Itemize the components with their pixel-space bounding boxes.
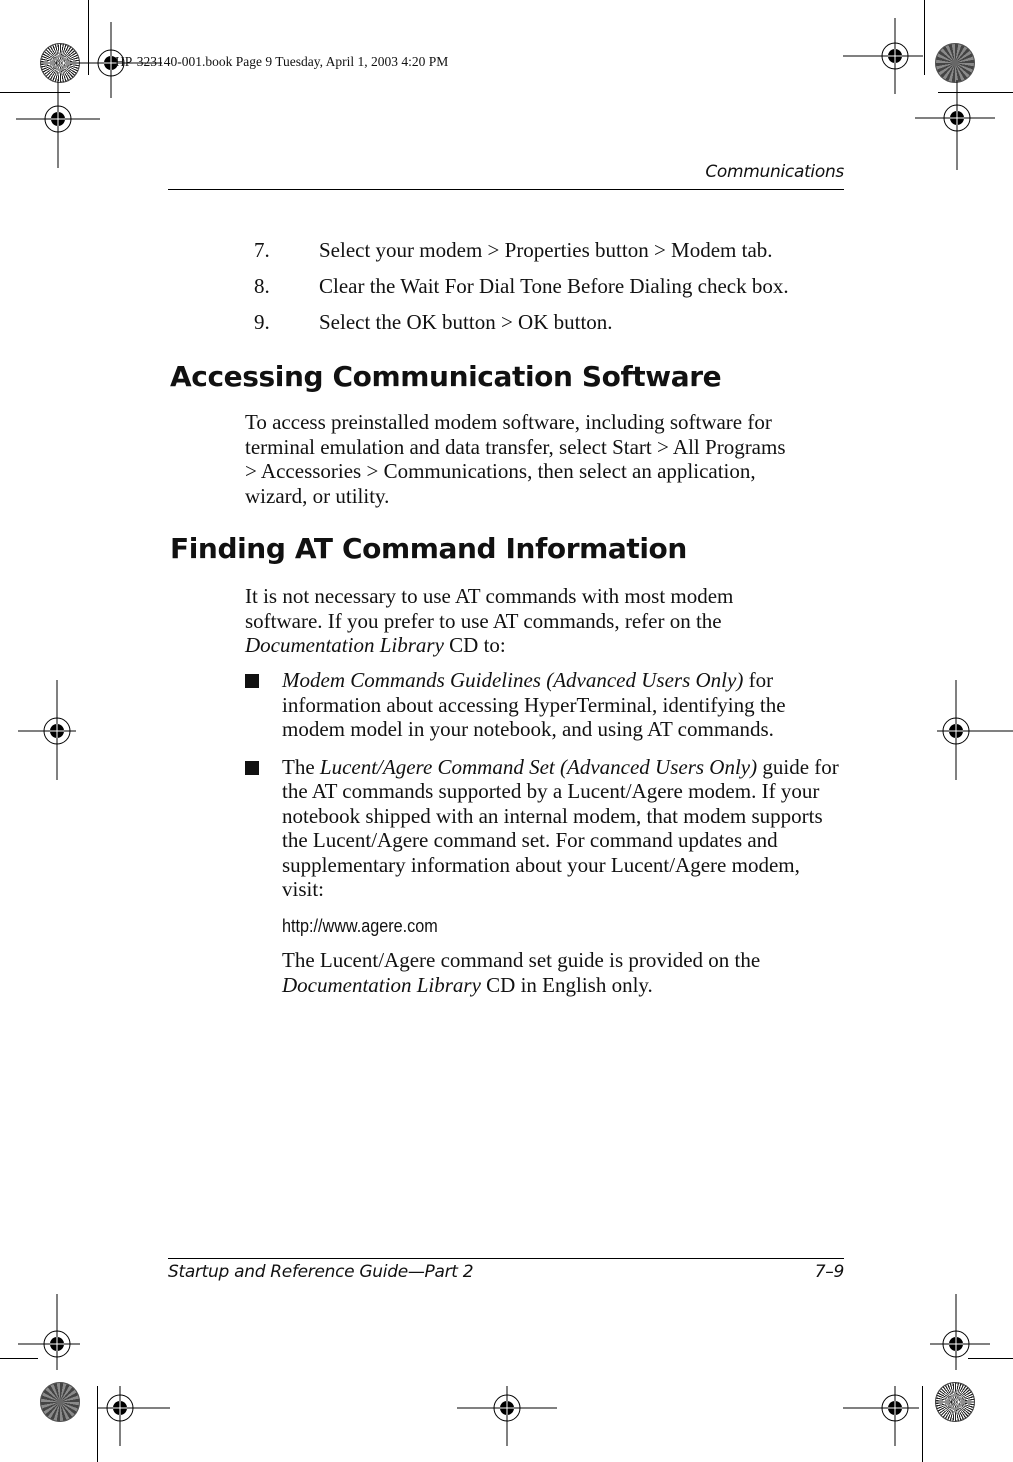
registration-mark-icon: [18, 1294, 80, 1370]
registration-mark-icon: [843, 1386, 919, 1446]
list-item: The Lucent/Agere Command Set (Advanced U…: [245, 755, 845, 998]
running-head: Communications: [705, 162, 844, 182]
guide-title: Lucent/Agere Command Set (Advanced Users…: [319, 754, 758, 779]
at-command-intro: It is not necessary to use AT commands w…: [245, 584, 805, 658]
bullet-square-icon: [245, 755, 282, 998]
step-item: 9. Select the OK button > OK button.: [254, 310, 854, 335]
list-item-content: The Lucent/Agere Command Set (Advanced U…: [282, 755, 845, 998]
footer-title: Startup and Reference Guide—Part 2: [168, 1262, 474, 1282]
step-text: Clear the Wait For Dial Tone Before Dial…: [319, 274, 789, 298]
step-number: 9.: [254, 310, 270, 334]
step-text: Select your modem > Properties button > …: [319, 238, 773, 262]
step-number: 7.: [254, 238, 270, 262]
page-footer: Startup and Reference Guide—Part 2 7–9: [168, 1262, 844, 1282]
footer-rule: [168, 1258, 844, 1259]
bullet-square-icon: [245, 668, 282, 742]
step-text: Select the OK button > OK button.: [319, 310, 613, 334]
guide-prefix: The: [282, 754, 320, 779]
list-item: Modem Commands Guidelines (Advanced User…: [245, 668, 845, 742]
communication-software-paragraph: To access preinstalled modem software, i…: [245, 410, 786, 508]
guide-note: The Lucent/Agere command set guide is pr…: [282, 948, 845, 997]
intro-emphasis: Documentation Library: [245, 633, 444, 657]
registration-mark-icon: [937, 680, 1013, 780]
step-number: 8.: [254, 274, 270, 298]
color-wheel-icon: [935, 43, 975, 83]
section-heading-communication-software: Accessing Communication Software: [170, 360, 722, 393]
agere-url-link[interactable]: http://www.agere.com: [282, 914, 789, 939]
guide-title: Modem Commands Guidelines (Advanced User…: [282, 668, 744, 692]
note-emphasis: Documentation Library: [282, 972, 481, 997]
note-text-end: CD in English only.: [480, 972, 653, 997]
registration-mark-icon: [930, 1294, 990, 1370]
note-text: The Lucent/Agere command set guide is pr…: [282, 948, 761, 972]
registration-mark-icon: [18, 680, 76, 780]
color-wheel-icon: [40, 1382, 80, 1422]
reference-list: Modem Commands Guidelines (Advanced User…: [245, 668, 845, 1010]
registration-mark-icon: [16, 80, 100, 168]
page-number: 7–9: [814, 1262, 845, 1282]
registration-mark-icon: [457, 1386, 557, 1446]
step-item: 8. Clear the Wait For Dial Tone Before D…: [254, 274, 854, 299]
step-item: 7. Select your modem > Properties button…: [254, 238, 854, 263]
numbered-steps: 7. Select your modem > Properties button…: [254, 238, 854, 346]
header-rule: [168, 189, 844, 190]
intro-text-end: CD to:: [443, 633, 506, 657]
print-slug: HP-323140-001.book Page 9 Tuesday, April…: [115, 54, 449, 69]
registration-mark-icon: [843, 18, 923, 94]
list-item-content: Modem Commands Guidelines (Advanced User…: [282, 668, 845, 742]
registration-mark-icon: [915, 80, 995, 170]
registration-mark-icon: [98, 1386, 170, 1446]
color-wheel-icon: [935, 1382, 975, 1422]
intro-text: It is not necessary to use AT commands w…: [245, 584, 734, 633]
section-heading-at-command: Finding AT Command Information: [170, 532, 687, 565]
